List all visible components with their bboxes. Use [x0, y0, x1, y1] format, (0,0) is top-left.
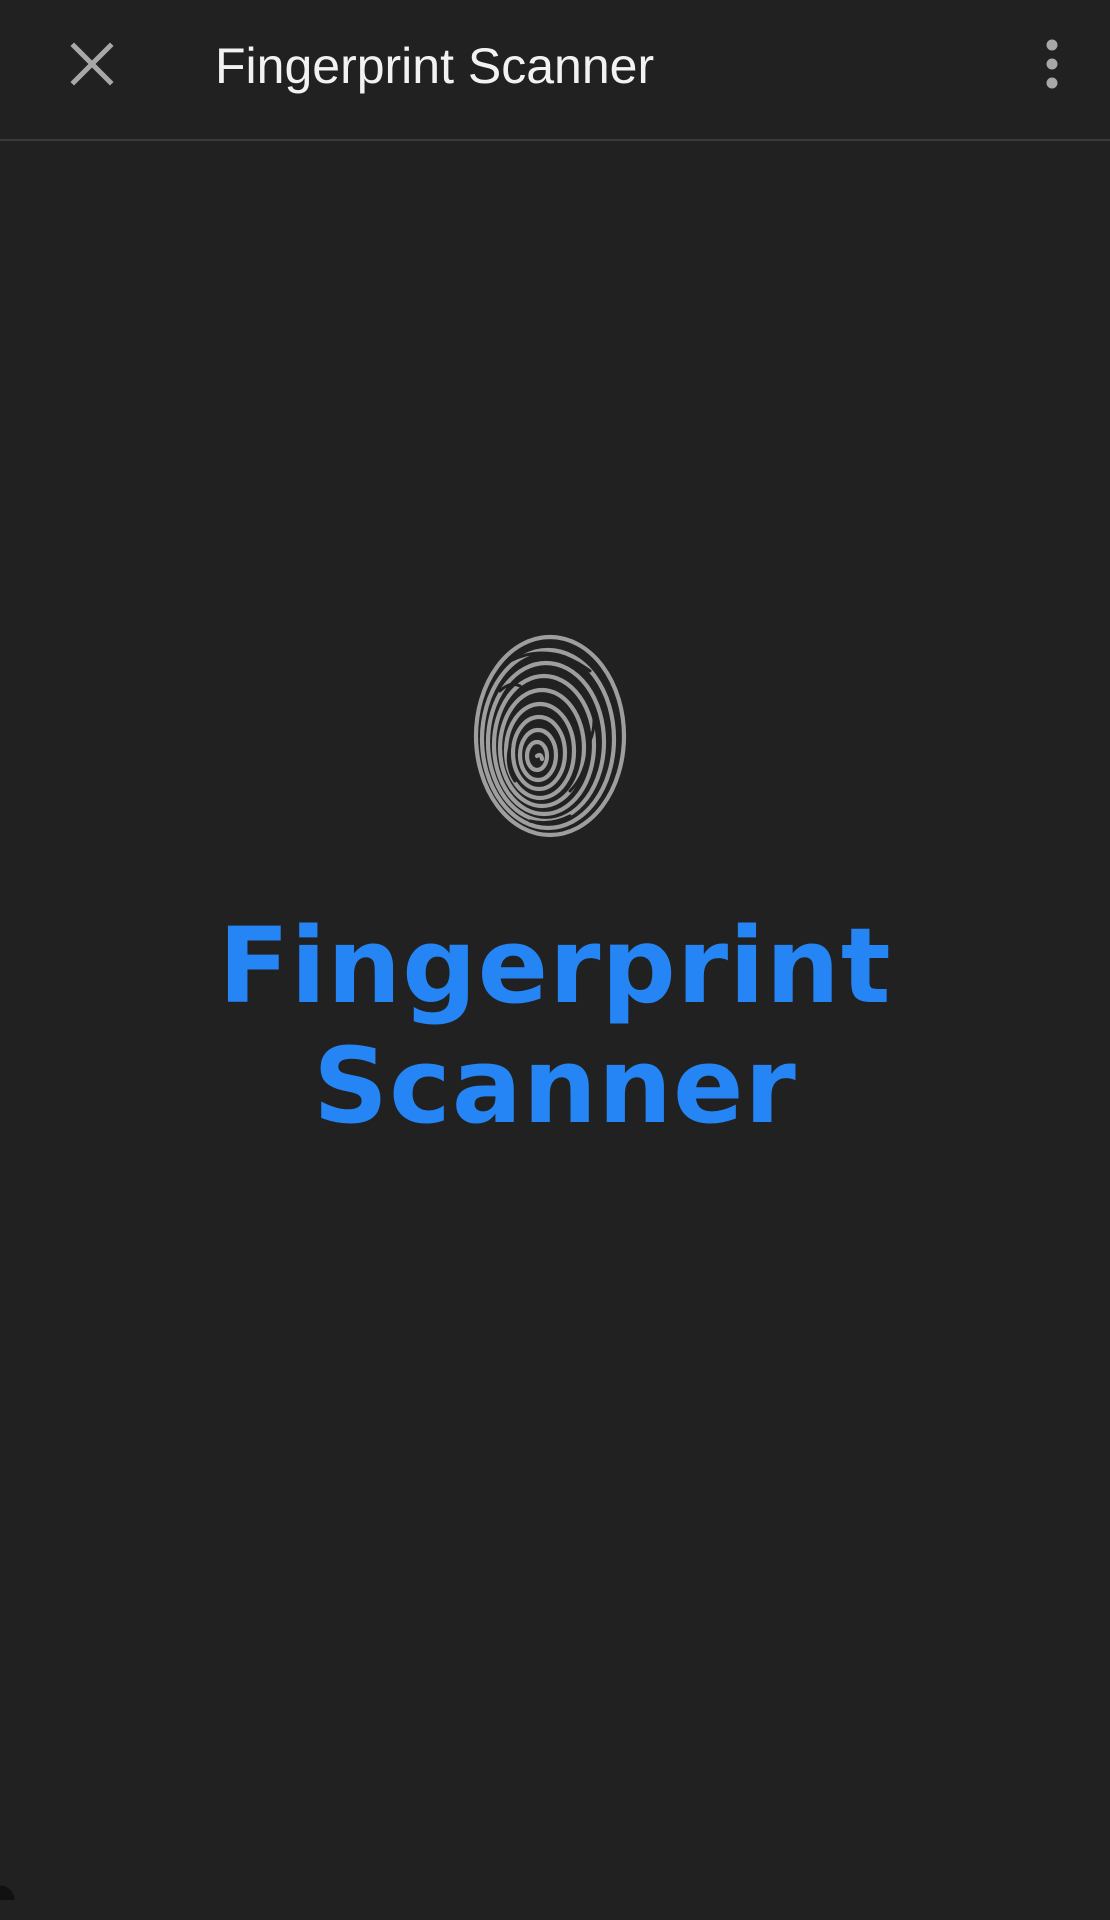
- close-button[interactable]: [52, 24, 132, 104]
- app-name-heading: Fingerprint Scanner: [0, 906, 1110, 1146]
- app-name-line-1: Fingerprint: [218, 905, 892, 1027]
- screen-corner: [0, 1882, 18, 1900]
- app-name-line-2: Scanner: [313, 1025, 797, 1147]
- more-vert-icon: [1046, 39, 1058, 89]
- overflow-menu-button[interactable]: [1012, 24, 1092, 104]
- page-title: Fingerprint Scanner: [215, 38, 655, 94]
- close-icon: [70, 42, 114, 86]
- fingerprint-icon: [470, 631, 630, 841]
- top-app-bar: Fingerprint Scanner: [0, 0, 1110, 141]
